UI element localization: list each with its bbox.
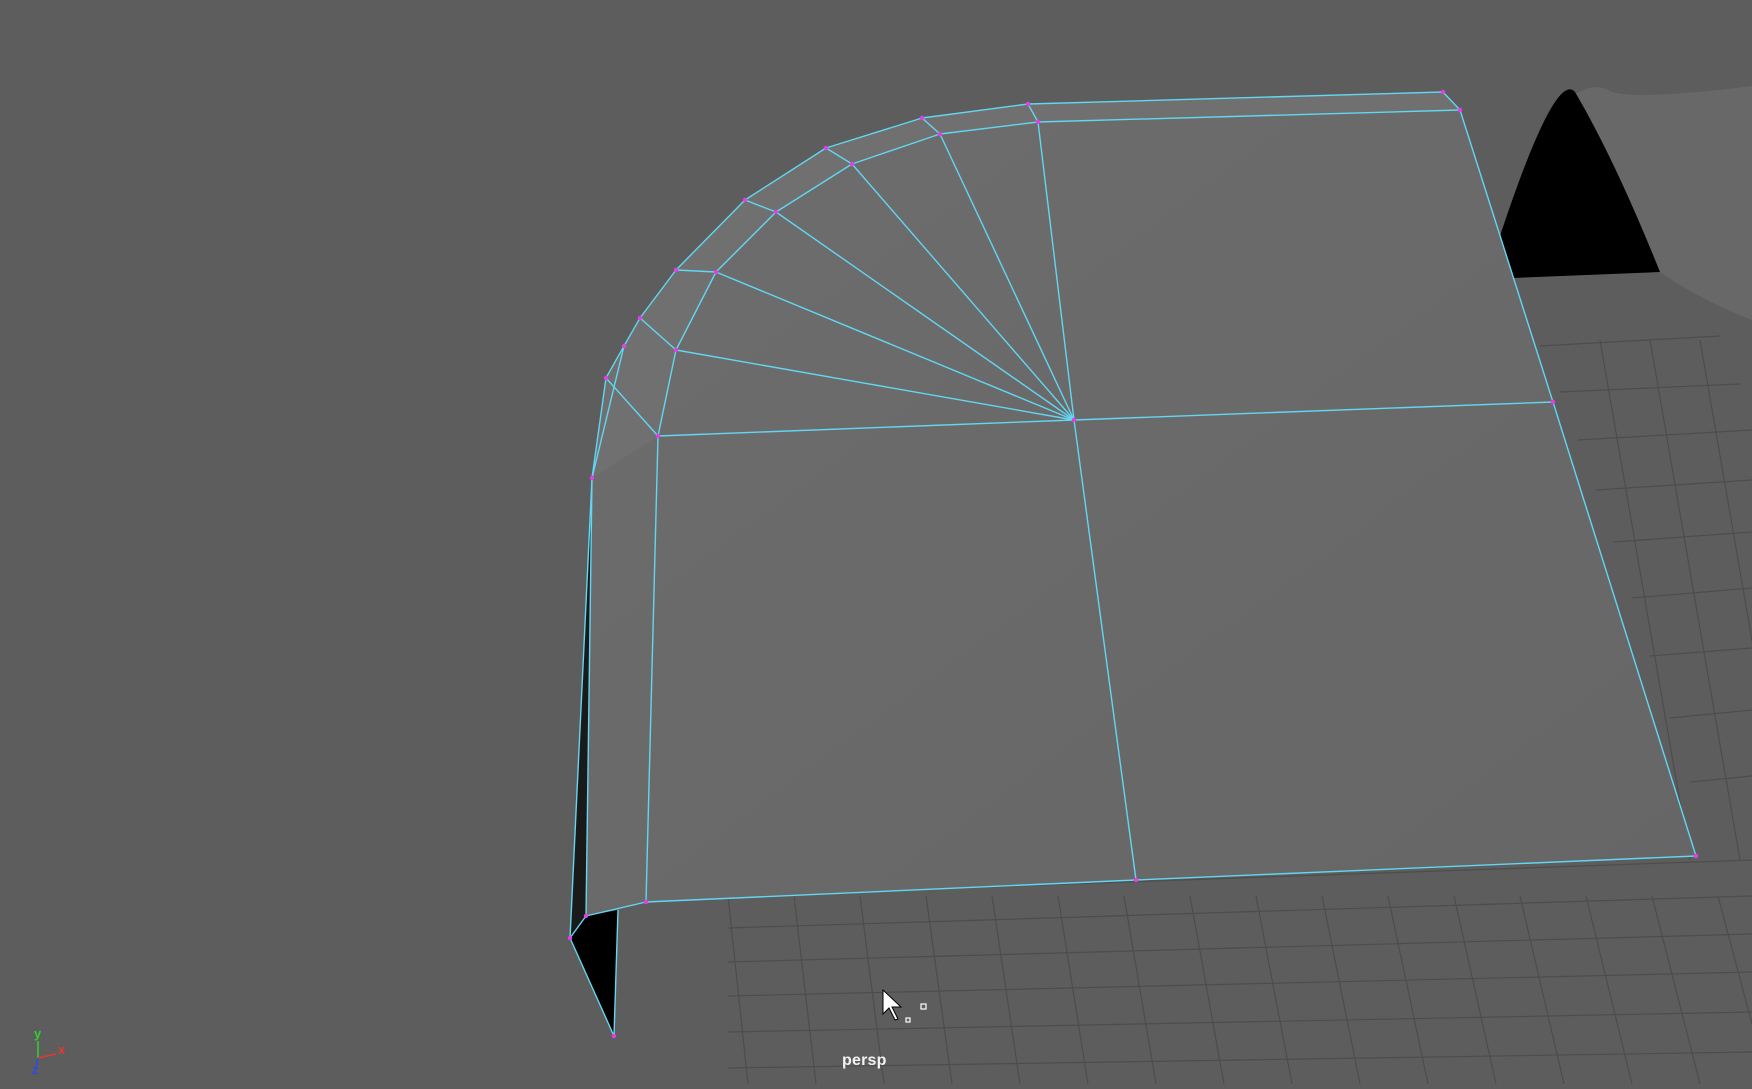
mesh-vertex (937, 131, 943, 137)
mesh-vertex (583, 913, 589, 919)
grid-line (1631, 587, 1752, 599)
mesh-vertex (849, 161, 855, 167)
mesh-vertex (1071, 417, 1077, 423)
axis-x-label: x (58, 1042, 66, 1057)
mesh-vertex (1440, 89, 1446, 95)
mesh-vertex (589, 475, 595, 481)
camera-name-label: persp (842, 1052, 887, 1069)
grid-line (1321, 895, 1361, 1084)
background-mesh-object (1500, 86, 1752, 320)
perspective-scene[interactable] (0, 0, 1752, 1084)
mesh-vertex (1133, 877, 1139, 883)
mesh-vertex (567, 935, 573, 941)
3d-viewport[interactable]: persp y x z (0, 0, 1752, 1084)
mesh-vertex (919, 115, 925, 121)
mesh-vertex (603, 375, 609, 381)
mesh-vertex (643, 899, 649, 905)
grid-line (1057, 895, 1089, 1084)
grid-line (727, 1011, 1752, 1033)
grid-line (1585, 895, 1633, 1084)
grid-line (727, 971, 1752, 997)
grid-line (1577, 429, 1752, 441)
axis-y-label: y (34, 1026, 42, 1041)
grid-line (1255, 895, 1293, 1084)
mesh-vertex (1693, 853, 1699, 859)
grid-line (1539, 335, 1721, 347)
mesh-vertex (823, 145, 829, 151)
mesh-vertex (1035, 119, 1041, 125)
grid-line (1669, 709, 1752, 719)
mesh-vertex (611, 1033, 617, 1039)
mesh-vertex (1025, 101, 1031, 107)
mesh-vertex (1457, 107, 1463, 113)
grid-line (1387, 895, 1429, 1084)
mesh-vertex (655, 433, 661, 439)
grid-line (925, 895, 953, 1084)
axis-orientation-gizmo: y x z (22, 1026, 82, 1084)
mesh-vertex (621, 343, 627, 349)
mesh-vertex (713, 269, 719, 275)
grid-line (727, 895, 1752, 929)
mesh-vertex (773, 209, 779, 215)
grid-line (1651, 895, 1701, 1084)
grid-line (1559, 383, 1741, 393)
grid-line (1123, 895, 1157, 1084)
mesh-vertex (673, 267, 679, 273)
mesh-vertex (1550, 399, 1556, 405)
axis-z-label: z (32, 1062, 39, 1077)
grid-line (793, 895, 817, 1084)
grid-line (727, 895, 749, 1084)
axis-gizmo-graphic (35, 1041, 57, 1069)
grid-line (1649, 647, 1752, 657)
mesh-vertex (637, 315, 643, 321)
mesh-vertex (742, 197, 748, 203)
grid-line (1189, 895, 1225, 1084)
mesh-vertex (673, 347, 679, 353)
grid-line (1689, 775, 1752, 783)
grid-line (1717, 895, 1752, 1027)
arrow-pointer-icon (882, 988, 927, 1023)
